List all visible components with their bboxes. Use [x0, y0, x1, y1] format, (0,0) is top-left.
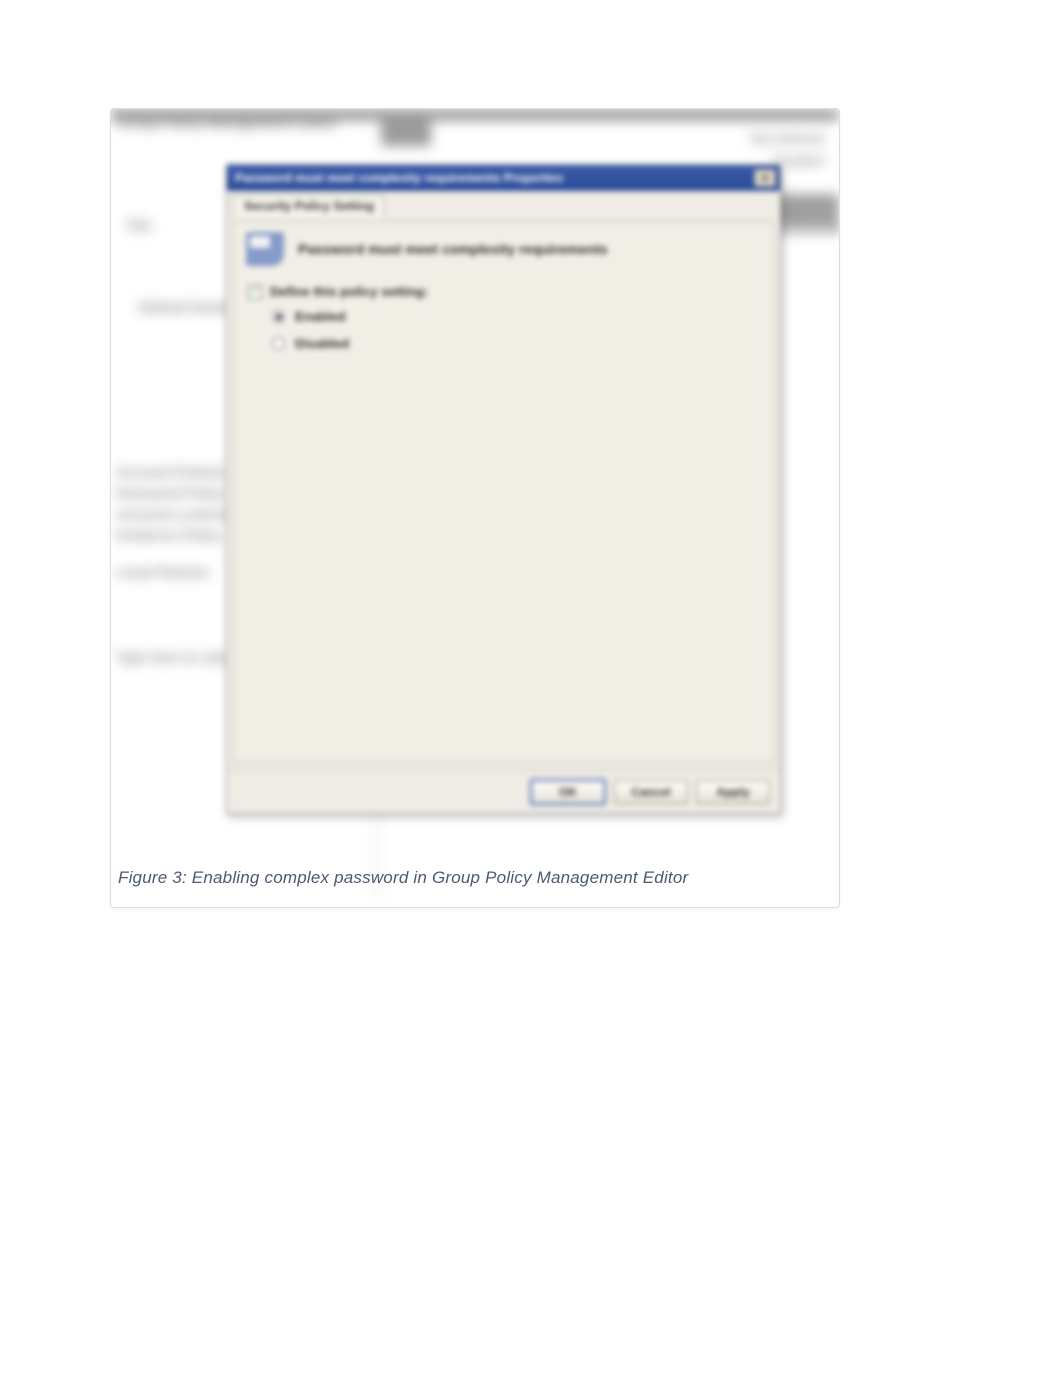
- enable-disable-group: Enabled Disabled: [272, 309, 761, 351]
- define-policy-checkbox[interactable]: ✓: [248, 285, 262, 299]
- properties-dialog: Password must meet complexity requiremen…: [226, 164, 781, 814]
- bg-tree-item[interactable]: Local Policies: [116, 564, 209, 580]
- bg-value-notdefined: Not Defined: [751, 131, 824, 146]
- dialog-button-row: OK Cancel Apply: [227, 769, 780, 813]
- policy-name-label: Password must meet complexity requiremen…: [298, 241, 608, 257]
- tab-security-policy-setting[interactable]: Security Policy Setting: [233, 195, 385, 216]
- policy-icon: [246, 232, 284, 266]
- radio-enabled-label: Enabled: [295, 309, 346, 324]
- tab-strip: Security Policy Setting: [227, 191, 780, 221]
- apply-button[interactable]: Apply: [696, 780, 770, 804]
- bg-icon-block: [381, 111, 431, 146]
- dialog-titlebar: Password must meet complexity requiremen…: [227, 165, 780, 191]
- bg-tree-item[interactable]: Account Policies: [116, 464, 229, 480]
- cancel-button[interactable]: Cancel: [614, 780, 688, 804]
- bg-tree-item[interactable]: Password Policy: [116, 485, 227, 501]
- radio-row-enabled: Enabled: [272, 309, 761, 324]
- bg-menu-file[interactable]: File: [127, 217, 151, 233]
- policy-header-row: Password must meet complexity requiremen…: [246, 232, 761, 266]
- bg-value-enabled: Enabled: [773, 153, 824, 168]
- bg-window-title: Group Policy Management Editor: [116, 115, 337, 131]
- close-button[interactable]: ✕: [754, 169, 776, 187]
- define-policy-label: Define this policy setting:: [270, 284, 428, 299]
- bg-tree-item[interactable]: Kerberos Policy: [116, 527, 223, 543]
- dialog-title: Password must meet complexity requiremen…: [235, 171, 563, 185]
- define-policy-row: ✓ Define this policy setting:: [248, 284, 761, 299]
- ok-button[interactable]: OK: [530, 779, 606, 805]
- dialog-body: Password must meet complexity requiremen…: [233, 221, 774, 763]
- close-icon: ✕: [760, 172, 769, 185]
- radio-enabled[interactable]: [272, 310, 285, 323]
- figure-caption: Figure 3: Enabling complex password in G…: [118, 868, 688, 888]
- radio-row-disabled: Disabled: [272, 336, 761, 351]
- radio-disabled[interactable]: [272, 337, 285, 350]
- bg-divider: [376, 799, 378, 907]
- radio-disabled-label: Disabled: [295, 336, 349, 351]
- screenshot-frame: Group Policy Management Editor File Not …: [110, 108, 840, 908]
